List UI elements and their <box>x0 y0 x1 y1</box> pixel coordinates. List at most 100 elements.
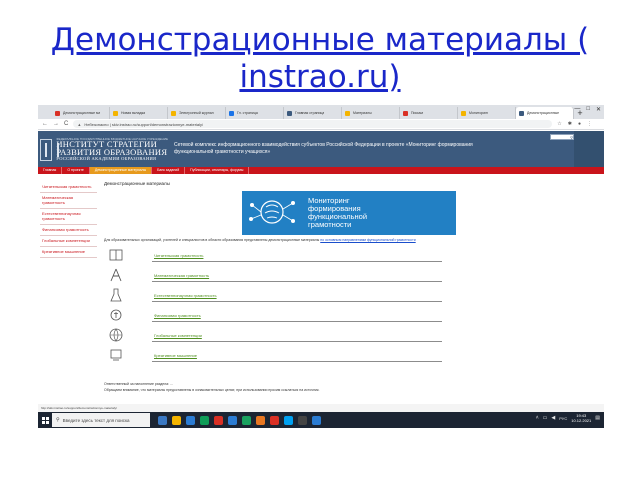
material-link[interactable]: Читательская грамотность <box>154 253 203 258</box>
browser-tab[interactable]: Главная страница <box>284 107 342 119</box>
tab-favicon-icon <box>403 110 408 116</box>
browser-tab[interactable]: Материалы <box>342 107 400 119</box>
sidebar-item-label: Финансовая грамотность <box>42 227 89 232</box>
warning-icon: ▲ <box>77 121 82 127</box>
taskbar-app-icon[interactable] <box>284 415 293 425</box>
browser-screenshot: Демонстрационные ма Новая вкладка Электрон… <box>38 105 604 428</box>
status-bar-url: http://skiv.instrao.ru/support/demonstra… <box>38 404 604 412</box>
divider <box>152 321 442 322</box>
taskbar-app-icon[interactable] <box>186 415 195 425</box>
taskbar-app-icon[interactable] <box>270 415 279 425</box>
close-button[interactable]: ✕ <box>596 106 601 113</box>
url-field[interactable]: ▲ Небезопасно | skiv.instrao.ru/support/… <box>73 120 553 128</box>
browser-tab[interactable]: Письма <box>400 107 458 119</box>
taskbar-app-icon[interactable] <box>172 415 181 425</box>
flask-icon <box>110 288 122 302</box>
star-icon[interactable]: ☆ <box>557 121 561 127</box>
browser-tab[interactable]: Новая вкладка <box>110 107 168 119</box>
page-heading: Демонстрационные материалы <box>104 181 170 186</box>
material-link[interactable]: Естественнонаучная грамотность <box>154 293 217 298</box>
taskbar-search-input[interactable]: ⚲ Введите здесь текст для поиска <box>52 413 150 427</box>
material-row: Естественнонаучная грамотность <box>104 287 444 307</box>
logo-line-2: РАЗВИТИЯ ОБРАЗОВАНИЯ <box>56 146 168 157</box>
monitoring-banner[interactable]: Мониторинг формирования функциональной г… <box>242 191 456 235</box>
browser-tab[interactable]: Демонстрационные <box>516 107 574 119</box>
url-text: Небезопасно | skiv.instrao.ru/support/de… <box>84 121 204 127</box>
main-content: Демонстрационные материалы Мониторинг фо… <box>104 181 600 392</box>
tab-label: Мониторинг <box>469 111 489 115</box>
taskbar-app-icon[interactable] <box>200 415 209 425</box>
intro-link[interactable]: по основным направлениям функциональной … <box>320 238 415 242</box>
sidebar-item[interactable]: Читательская грамотность <box>40 182 97 193</box>
address-bar: ← → C ▲ Небезопасно | skiv.instrao.ru/su… <box>38 119 604 130</box>
start-button[interactable] <box>38 412 52 428</box>
sidebar-item[interactable]: Математическая грамотность <box>40 193 97 209</box>
taskbar-app-icon[interactable] <box>256 415 265 425</box>
taskbar-app-icon[interactable] <box>242 415 251 425</box>
chevron-up-icon[interactable]: ˄ <box>536 415 539 421</box>
sidebar-item[interactable]: Креативное мышление <box>40 247 97 258</box>
windows-logo-icon <box>41 416 49 424</box>
browser-tab[interactable]: Электронный журнал <box>168 107 226 119</box>
language-indicator[interactable]: РУС <box>559 416 567 421</box>
tab-label: Письма <box>411 111 424 115</box>
material-row: Креативное мышление <box>104 347 444 367</box>
header-title: Сетевой комплекс информационного взаимод… <box>174 142 473 155</box>
menu-item[interactable]: О проекте <box>62 167 90 174</box>
compass-icon <box>110 268 122 282</box>
window-controls: — □ ✕ <box>574 106 601 113</box>
taskbar-app-icon[interactable] <box>214 415 223 425</box>
search-icon[interactable]: ⚲ <box>570 135 573 140</box>
material-link[interactable]: Глобальные компетенции <box>154 333 202 338</box>
windows-taskbar: ⚲ Введите здесь текст для поиска ˄ ▭ ◀ Р… <box>38 412 604 428</box>
tab-favicon-icon <box>113 110 118 116</box>
network-icon[interactable]: ▭ <box>543 415 548 421</box>
bottom-note: Ответственный за наполнение раздела: ...… <box>104 381 600 393</box>
header-decor <box>574 131 604 167</box>
browser-tab[interactable]: Мониторинг <box>458 107 516 119</box>
bottom-note-line-2: Обращаем внимание, что материалы предост… <box>104 388 320 392</box>
material-link[interactable]: Финансовая грамотность <box>154 313 201 318</box>
logo-line-3: РОССИЙСКОЙ АКАДЕМИИ ОБРАЗОВАНИЯ <box>56 156 157 161</box>
taskbar-app-icon[interactable] <box>298 415 307 425</box>
menu-dots-icon[interactable]: ⋮ <box>587 121 592 127</box>
menu-item[interactable]: Демонстрационные материалы <box>89 167 153 174</box>
tab-favicon-icon <box>345 110 350 116</box>
browser-tab[interactable]: Гл. страница <box>226 107 284 119</box>
divider <box>152 301 442 302</box>
institute-logo[interactable]: ФЕДЕРАЛЬНОЕ ГОСУДАРСТВЕННОЕ БЮДЖЕТНОЕ НА… <box>40 134 168 165</box>
banner-text: Мониторинг формирования функциональной г… <box>308 197 367 229</box>
tab-label: Демонстрационные ма <box>63 111 101 115</box>
extensions-icon[interactable]: ✱ <box>568 121 572 127</box>
browser-tab[interactable]: Демонстрационные ма <box>52 107 110 119</box>
menu-item[interactable]: Банк заданий <box>152 167 186 174</box>
slide: Демонстрационные материалы ( instrao.ru)… <box>0 0 640 480</box>
tab-bar: Демонстрационные ма Новая вкладка Электрон… <box>38 105 604 119</box>
material-link[interactable]: Креативное мышление <box>154 353 197 358</box>
reload-button[interactable]: C <box>64 121 68 127</box>
volume-icon[interactable]: ◀ <box>551 415 555 421</box>
tab-label: Электронный журнал <box>179 111 214 115</box>
intro-text: Для образовательных организаций, учителе… <box>104 238 600 243</box>
clock[interactable]: 19:43 10.12.2021 <box>571 413 591 423</box>
sidebar-item[interactable]: Глобальные компетенции <box>40 236 97 247</box>
sidebar-item-label: Читательская грамотность <box>42 184 92 189</box>
material-row: Финансовая грамотность <box>104 307 444 327</box>
material-link[interactable]: Математическая грамотность <box>154 273 209 278</box>
sidebar-item[interactable]: Естественнонаучная грамотность <box>40 209 97 225</box>
back-button[interactable]: ← <box>42 121 48 127</box>
minimize-button[interactable]: — <box>574 106 580 113</box>
notifications-icon[interactable]: ▤ <box>595 415 600 421</box>
menu-item[interactable]: Главная <box>38 167 63 174</box>
profile-icon[interactable]: ● <box>578 121 581 127</box>
taskbar-app-icon[interactable] <box>158 415 167 425</box>
forward-button[interactable]: → <box>53 121 59 127</box>
maximize-button[interactable]: □ <box>586 106 590 113</box>
sidebar-item-label: Креативное мышление <box>42 249 85 254</box>
board-icon <box>110 349 122 361</box>
sidebar-item[interactable]: Финансовая грамотность <box>40 225 97 236</box>
slide-title-link[interactable]: Демонстрационные материалы ( instrao.ru) <box>20 22 620 96</box>
taskbar-app-icon[interactable] <box>228 415 237 425</box>
menu-item[interactable]: Публикации, семинары, форумы <box>185 167 250 174</box>
taskbar-app-icon[interactable] <box>312 415 321 425</box>
